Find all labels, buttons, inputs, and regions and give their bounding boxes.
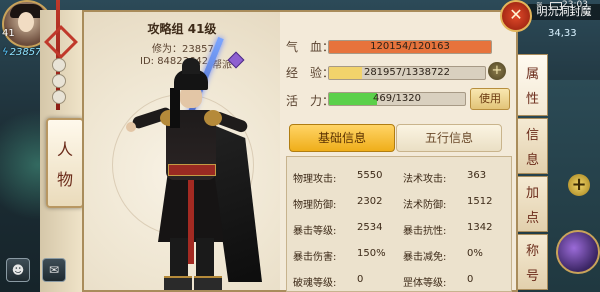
side-tab-char: 息 — [525, 153, 539, 168]
attribute-row: 暴击伤害: 150% 暴击减免: 0% — [287, 243, 511, 265]
attr-value: 0 — [357, 274, 364, 285]
exp-bar: 281957/1338722 — [328, 66, 486, 80]
attr-value: 0 — [467, 274, 474, 285]
hero-hat-top — [182, 58, 200, 74]
attr-value: 5550 — [357, 170, 383, 181]
hero-pauldron-right — [204, 110, 222, 126]
side-tab-add-points[interactable]: 加 点 — [518, 176, 548, 232]
exp-upgrade-button[interactable]: + — [488, 62, 506, 80]
friends-icon: ☻ — [11, 263, 25, 277]
hero-boot-right — [194, 276, 222, 290]
friends-button[interactable]: ☻ — [6, 258, 30, 282]
hero-model[interactable] — [114, 36, 264, 292]
hero-boot-left — [164, 276, 192, 290]
attr-label: 法术攻击: — [403, 174, 447, 185]
player-power: ϟ23857 — [2, 47, 41, 58]
lightning-icon: ϟ — [2, 47, 9, 58]
tab-character[interactable]: 人 物 — [46, 118, 84, 208]
wifi-icon: ≋ — [536, 0, 543, 9]
exp-label: 经 验： — [286, 66, 335, 80]
attr-label: 罡体等级: — [403, 278, 447, 289]
attr-value: 2302 — [357, 196, 383, 207]
attribute-row: 物理防御: 2302 法术防御: 1512 — [287, 191, 511, 213]
hero-hair — [170, 88, 180, 128]
side-tab-char: 加 — [525, 186, 539, 201]
tab-character-char2: 物 — [56, 170, 73, 189]
attr-label: 暴击伤害: — [293, 252, 337, 263]
attr-value: 1512 — [467, 196, 493, 207]
character-name: 攻略组 41级 — [147, 22, 217, 36]
bead-icon — [52, 90, 66, 104]
attr-value: 150% — [357, 248, 386, 259]
add-button[interactable]: + — [568, 174, 590, 196]
vitality-label: 活 力： — [286, 94, 335, 108]
use-vitality-button[interactable]: 使用 — [470, 88, 510, 110]
attr-label: 暴击抗性: — [403, 226, 447, 237]
hp-value: 120154/120163 — [370, 41, 450, 52]
side-tab-char: 号 — [525, 269, 539, 284]
bead-icon — [52, 74, 66, 88]
hero-belt — [168, 164, 216, 176]
attribute-row: 破魂等级: 0 罡体等级: 0 — [287, 269, 511, 291]
attribute-table: 物理攻击: 5550 法术攻击: 363 物理防御: 2302 法术防御: 15… — [286, 156, 512, 292]
attr-value: 363 — [467, 170, 487, 181]
player-power-value: 23857 — [9, 47, 42, 58]
chat-button[interactable]: ✉ — [42, 258, 66, 282]
tab-character-char1: 人 — [56, 140, 73, 159]
attr-value: 2534 — [357, 222, 383, 233]
plus-icon: + — [571, 174, 587, 195]
side-tab-char: 信 — [525, 128, 539, 143]
attr-label: 暴击等级: — [293, 226, 337, 237]
hp-label: 气 血： — [286, 40, 335, 54]
close-icon: ✕ — [509, 5, 523, 24]
hero-hand — [126, 122, 136, 132]
chat-icon: ✉ — [48, 263, 60, 277]
vitality-bar: 469/1320 — [328, 92, 466, 106]
skill-orb-icon[interactable] — [556, 230, 600, 274]
attribute-row: 物理攻击: 5550 法术攻击: 363 — [287, 165, 511, 187]
attr-label: 物理防御: — [293, 200, 337, 211]
exp-value: 281957/1338722 — [363, 67, 451, 78]
clock-time: 23:03 — [562, 0, 588, 10]
player-level: 41 — [2, 28, 15, 39]
attr-value: 0% — [467, 248, 483, 259]
attribute-row: 暴击等级: 2534 暴击抗性: 1342 — [287, 217, 511, 239]
hp-bar: 120154/120163 — [328, 40, 492, 54]
attr-label: 破魂等级: — [293, 278, 337, 289]
side-tab-char: 属 — [525, 67, 539, 82]
avatar-face — [18, 12, 34, 32]
attr-label: 法术防御: — [403, 200, 447, 211]
side-tab-attributes[interactable]: 属 性 — [518, 54, 548, 116]
side-tab-char: 点 — [525, 211, 539, 226]
side-tab-title[interactable]: 称 号 — [518, 234, 548, 290]
attr-label: 暴击减免: — [403, 252, 447, 263]
vitality-value: 469/1320 — [373, 93, 421, 104]
bead-icon — [52, 58, 66, 72]
tab-basic-info[interactable]: 基础信息 — [289, 124, 395, 152]
map-coordinates: 34,33 — [548, 28, 577, 39]
side-tab-char: 称 — [525, 244, 539, 259]
close-button[interactable]: ✕ — [500, 0, 532, 32]
tab-five-elements[interactable]: 五行信息 — [396, 124, 502, 152]
hero-sash — [188, 174, 194, 264]
battery-icon — [550, 2, 562, 10]
attr-value: 1342 — [467, 222, 493, 233]
side-tab-char: 性 — [525, 92, 539, 107]
side-tab-info[interactable]: 信 息 — [518, 118, 548, 174]
character-display: 攻略组 41级 修为：23857 ID: 84823642 帮派 — [84, 12, 280, 290]
attr-label: 物理攻击: — [293, 174, 337, 185]
